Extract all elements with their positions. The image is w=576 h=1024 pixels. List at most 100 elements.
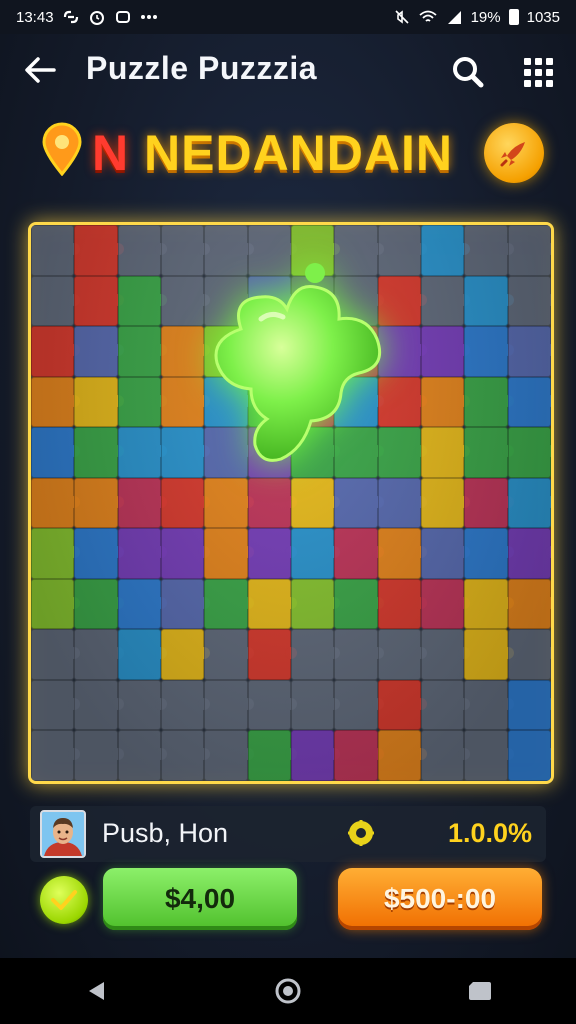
nav-home-button[interactable] — [258, 966, 318, 1016]
puzzle-piece[interactable] — [377, 629, 428, 680]
puzzle-piece[interactable] — [74, 679, 125, 731]
puzzle-board[interactable] — [28, 222, 554, 784]
boost-button[interactable] — [484, 123, 544, 183]
puzzle-piece[interactable] — [290, 528, 341, 579]
grid-menu-button[interactable] — [518, 52, 558, 92]
puzzle-piece[interactable] — [31, 326, 81, 377]
puzzle-piece[interactable] — [74, 730, 125, 781]
puzzle-piece[interactable] — [290, 629, 341, 680]
puzzle-piece[interactable] — [117, 730, 168, 781]
confirm-button[interactable] — [40, 876, 88, 924]
puzzle-piece[interactable] — [507, 528, 551, 579]
puzzle-piece[interactable] — [160, 679, 211, 731]
puzzle-piece[interactable] — [420, 730, 471, 781]
puzzle-piece[interactable] — [507, 326, 551, 377]
puzzle-piece[interactable] — [117, 528, 168, 579]
puzzle-piece[interactable] — [74, 275, 125, 327]
puzzle-piece[interactable] — [117, 376, 168, 428]
buy-large-button[interactable]: $500-:00 — [338, 868, 542, 930]
puzzle-piece[interactable] — [420, 679, 471, 731]
puzzle-piece[interactable] — [334, 629, 385, 680]
puzzle-piece[interactable] — [204, 477, 255, 529]
puzzle-piece[interactable] — [507, 629, 551, 680]
puzzle-piece[interactable] — [377, 578, 428, 630]
nav-recents-button[interactable] — [450, 966, 510, 1016]
puzzle-piece[interactable] — [464, 477, 515, 529]
puzzle-piece[interactable] — [464, 275, 515, 327]
puzzle-piece[interactable] — [204, 679, 255, 731]
puzzle-piece[interactable] — [377, 730, 428, 781]
puzzle-piece[interactable] — [464, 679, 515, 731]
puzzle-piece[interactable] — [31, 730, 81, 781]
puzzle-piece[interactable] — [464, 427, 515, 478]
puzzle-piece[interactable] — [31, 629, 81, 680]
puzzle-piece[interactable] — [334, 477, 385, 529]
puzzle-piece[interactable] — [507, 275, 551, 327]
puzzle-piece[interactable] — [247, 629, 298, 680]
puzzle-piece[interactable] — [464, 578, 515, 630]
puzzle-piece[interactable] — [31, 427, 81, 478]
puzzle-piece[interactable] — [117, 225, 168, 276]
puzzle-piece[interactable] — [290, 730, 341, 781]
puzzle-piece[interactable] — [117, 477, 168, 529]
puzzle-piece[interactable] — [507, 225, 551, 276]
puzzle-piece[interactable] — [31, 528, 81, 579]
puzzle-piece[interactable] — [334, 578, 385, 630]
puzzle-piece[interactable] — [507, 679, 551, 731]
puzzle-piece[interactable] — [160, 528, 211, 579]
puzzle-piece[interactable] — [31, 275, 81, 327]
puzzle-piece[interactable] — [117, 629, 168, 680]
puzzle-piece[interactable] — [290, 679, 341, 731]
puzzle-piece[interactable] — [507, 730, 551, 781]
puzzle-piece[interactable] — [117, 275, 168, 327]
puzzle-piece[interactable] — [31, 376, 81, 428]
puzzle-piece[interactable] — [464, 225, 515, 276]
puzzle-piece[interactable] — [420, 528, 471, 579]
puzzle-piece[interactable] — [74, 578, 125, 630]
puzzle-piece[interactable] — [507, 427, 551, 478]
player-avatar[interactable] — [40, 810, 86, 858]
puzzle-piece[interactable] — [74, 427, 125, 478]
puzzle-piece[interactable] — [74, 326, 125, 377]
puzzle-piece[interactable] — [420, 326, 471, 377]
puzzle-piece[interactable] — [247, 528, 298, 579]
puzzle-piece[interactable] — [377, 679, 428, 731]
puzzle-piece[interactable] — [420, 427, 471, 478]
puzzle-piece[interactable] — [507, 578, 551, 630]
puzzle-piece[interactable] — [507, 376, 551, 428]
puzzle-piece[interactable] — [160, 477, 211, 529]
puzzle-piece[interactable] — [117, 427, 168, 478]
puzzle-piece[interactable] — [464, 730, 515, 781]
puzzle-piece[interactable] — [464, 376, 515, 428]
puzzle-piece[interactable] — [74, 528, 125, 579]
puzzle-piece[interactable] — [507, 477, 551, 529]
puzzle-piece[interactable] — [160, 578, 211, 630]
puzzle-piece[interactable] — [420, 629, 471, 680]
puzzle-piece[interactable] — [204, 528, 255, 579]
puzzle-piece[interactable] — [420, 578, 471, 630]
search-button[interactable] — [448, 52, 488, 92]
puzzle-piece[interactable] — [420, 477, 471, 529]
puzzle-piece[interactable] — [204, 730, 255, 781]
puzzle-piece[interactable] — [464, 629, 515, 680]
puzzle-piece[interactable] — [160, 629, 211, 680]
nav-back-button[interactable] — [66, 966, 126, 1016]
puzzle-piece[interactable] — [377, 477, 428, 529]
puzzle-piece[interactable] — [247, 730, 298, 781]
puzzle-piece[interactable] — [464, 326, 515, 377]
puzzle-piece[interactable] — [31, 225, 81, 276]
puzzle-piece[interactable] — [334, 679, 385, 731]
puzzle-piece[interactable] — [31, 477, 81, 529]
back-button[interactable] — [20, 50, 60, 90]
puzzle-piece[interactable] — [290, 578, 341, 630]
puzzle-piece[interactable] — [204, 629, 255, 680]
puzzle-piece[interactable] — [420, 275, 471, 327]
puzzle-piece[interactable] — [31, 679, 81, 731]
puzzle-piece[interactable] — [464, 528, 515, 579]
puzzle-piece[interactable] — [290, 477, 341, 529]
puzzle-piece[interactable] — [204, 578, 255, 630]
puzzle-piece[interactable] — [117, 578, 168, 630]
puzzle-piece[interactable] — [117, 679, 168, 731]
puzzle-piece[interactable] — [160, 730, 211, 781]
puzzle-piece[interactable] — [247, 477, 298, 529]
